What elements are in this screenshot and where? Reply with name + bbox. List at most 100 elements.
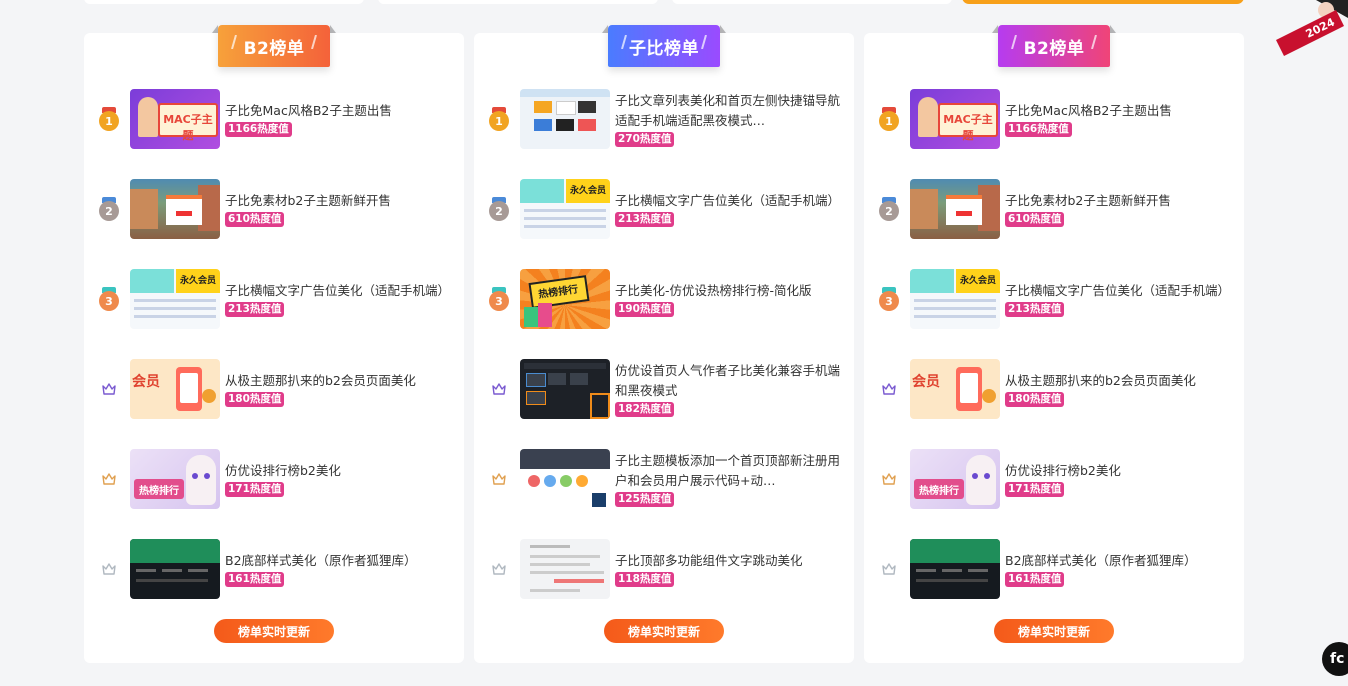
rank-indicator [878, 467, 900, 491]
rank-indicator: 2 [98, 197, 120, 221]
item-thumbnail[interactable] [130, 539, 220, 599]
hot-badge: 171热度值 [225, 482, 285, 497]
list-item[interactable]: 1 子比文章列表美化和首页左侧快捷锚导航适配手机端适配黑夜模式… 270热度值 [474, 89, 854, 149]
item-title[interactable]: 从极主题那扒来的b2会员页面美化 [225, 371, 455, 391]
list-item[interactable]: 3 永久会员 子比横幅文字广告位美化（适配手机端） 213热度值 [864, 269, 1244, 329]
item-thumbnail[interactable]: 永久会员 [130, 269, 220, 329]
list-item[interactable]: 2 永久会员 子比横幅文字广告位美化（适配手机端） 213热度值 [474, 179, 854, 239]
top-orange-button[interactable] [962, 0, 1244, 4]
board-title-ribbon: B2榜单 [212, 25, 336, 67]
crown-icon [882, 383, 896, 395]
item-thumbnail[interactable]: 热榜排行 [520, 269, 610, 329]
sparkle-icon [1091, 35, 1097, 49]
item-title[interactable]: 仿优设排行榜b2美化 [1005, 461, 1235, 481]
sparkle-icon [701, 35, 707, 49]
item-title[interactable]: B2底部样式美化（原作者狐狸库） [225, 551, 455, 571]
list-item[interactable]: 会员 从极主题那扒来的b2会员页面美化 180热度值 [864, 359, 1244, 419]
hot-badge: 213热度值 [225, 302, 285, 317]
list-item[interactable]: 子比主题模板添加一个首页顶部新注册用户和会员用户展示代码+动… 125热度值 [474, 449, 854, 509]
item-title[interactable]: 从极主题那扒来的b2会员页面美化 [1005, 371, 1235, 391]
item-thumbnail[interactable]: 永久会员 [910, 269, 1000, 329]
item-thumbnail[interactable]: MAC子主题 [910, 89, 1000, 149]
list-item[interactable]: 1 MAC子主题 子比免Mac风格B2子主题出售 1166热度值 [84, 89, 464, 149]
list-item[interactable]: 3 热榜排行 子比美化-仿优设热榜排行榜-简化版 190热度值 [474, 269, 854, 329]
hot-badge: 190热度值 [615, 302, 675, 317]
board-title: B2榜单 [1023, 38, 1085, 59]
rank-indicator: 2 [878, 197, 900, 221]
rank-indicator [98, 557, 120, 581]
item-title[interactable]: 子比顶部多功能组件文字跳动美化 [615, 551, 845, 571]
update-button[interactable]: 榜单实时更新 [994, 619, 1114, 643]
corner-2024-badge: 2024 [1276, 0, 1348, 56]
top-card-2 [378, 0, 658, 4]
item-thumbnail[interactable]: MAC子主题 [130, 89, 220, 149]
item-thumbnail[interactable]: 会员 [910, 359, 1000, 419]
board-title-ribbon: B2榜单 [992, 25, 1116, 67]
item-thumbnail[interactable] [520, 449, 610, 509]
list-item[interactable]: B2底部样式美化（原作者狐狸库） 161热度值 [864, 539, 1244, 599]
item-title[interactable]: 仿优设首页人气作者子比美化兼容手机端和黑夜模式 [615, 361, 845, 401]
list-item[interactable]: 仿优设首页人气作者子比美化兼容手机端和黑夜模式 182热度值 [474, 359, 854, 419]
thumb-text: 会员 [132, 374, 160, 390]
thumb-text: 热榜排行 [919, 486, 959, 497]
list-item[interactable]: B2底部样式美化（原作者狐狸库） 161热度值 [84, 539, 464, 599]
item-thumbnail[interactable]: 会员 [130, 359, 220, 419]
hot-badge: 1166热度值 [1005, 122, 1072, 137]
hot-badge: 182热度值 [615, 402, 675, 417]
item-title[interactable]: 子比主题模板添加一个首页顶部新注册用户和会员用户展示代码+动… [615, 451, 845, 491]
side-button-label: fc [1330, 651, 1345, 667]
side-float-button[interactable]: fc [1322, 642, 1348, 676]
thumb-text: MAC子主题 [943, 113, 993, 142]
item-title[interactable]: 子比横幅文字广告位美化（适配手机端） [615, 191, 845, 211]
update-button[interactable]: 榜单实时更新 [214, 619, 334, 643]
rank-indicator: 3 [98, 287, 120, 311]
list-item[interactable]: 子比顶部多功能组件文字跳动美化 118热度值 [474, 539, 854, 599]
rank-indicator: 3 [878, 287, 900, 311]
item-title[interactable]: B2底部样式美化（原作者狐狸库） [1005, 551, 1235, 571]
item-thumbnail[interactable]: 永久会员 [520, 179, 610, 239]
ranking-board-3: B2榜单 1 MAC子主题 子比免Mac风格B2子主题出售 1166热度值 2 [864, 25, 1244, 663]
rank-indicator: 1 [98, 107, 120, 131]
list-item[interactable]: 热榜排行 仿优设排行榜b2美化 171热度值 [864, 449, 1244, 509]
item-title[interactable]: 子比美化-仿优设热榜排行榜-简化版 [615, 281, 845, 301]
item-title[interactable]: 子比免素材b2子主题新鲜开售 [1005, 191, 1235, 211]
medal-1-icon: 1 [489, 107, 509, 131]
item-title[interactable]: 仿优设排行榜b2美化 [225, 461, 455, 481]
list-item[interactable]: 热榜排行 仿优设排行榜b2美化 171热度值 [84, 449, 464, 509]
crown-icon [492, 383, 506, 395]
medal-3-icon: 3 [99, 287, 119, 311]
item-title[interactable]: 子比横幅文字广告位美化（适配手机端） [225, 281, 455, 301]
hot-badge: 180热度值 [1005, 392, 1065, 407]
hot-badge: 213热度值 [1005, 302, 1065, 317]
list-item[interactable]: 会员 从极主题那扒来的b2会员页面美化 180热度值 [84, 359, 464, 419]
update-button[interactable]: 榜单实时更新 [604, 619, 724, 643]
item-thumbnail[interactable] [130, 179, 220, 239]
crown-icon [102, 473, 116, 485]
list-item[interactable]: 2 子比免素材b2子主题新鲜开售 610热度值 [864, 179, 1244, 239]
item-thumbnail[interactable] [910, 539, 1000, 599]
item-title[interactable]: 子比免素材b2子主题新鲜开售 [225, 191, 455, 211]
list-item[interactable]: 2 子比免素材b2子主题新鲜开售 610热度值 [84, 179, 464, 239]
item-title[interactable]: 子比文章列表美化和首页左侧快捷锚导航适配手机端适配黑夜模式… [615, 91, 845, 131]
item-thumbnail[interactable] [520, 89, 610, 149]
rank-indicator [488, 467, 510, 491]
item-title[interactable]: 子比免Mac风格B2子主题出售 [225, 101, 455, 121]
medal-1-icon: 1 [99, 107, 119, 131]
item-title[interactable]: 子比免Mac风格B2子主题出售 [1005, 101, 1235, 121]
list-item[interactable]: 3 永久会员 子比横幅文字广告位美化（适配手机端） 213热度值 [84, 269, 464, 329]
item-thumbnail[interactable]: 热榜排行 [910, 449, 1000, 509]
rank-indicator [488, 557, 510, 581]
item-thumbnail[interactable]: 热榜排行 [130, 449, 220, 509]
item-thumbnail[interactable] [520, 359, 610, 419]
hot-badge: 171热度值 [1005, 482, 1065, 497]
item-thumbnail[interactable] [910, 179, 1000, 239]
rank-indicator: 1 [488, 107, 510, 131]
hot-badge: 125热度值 [615, 492, 675, 507]
crown-icon [882, 473, 896, 485]
item-title[interactable]: 子比横幅文字广告位美化（适配手机端） [1005, 281, 1235, 301]
hot-badge: 161热度值 [225, 572, 285, 587]
thumb-text: 永久会员 [959, 276, 996, 286]
item-thumbnail[interactable] [520, 539, 610, 599]
hot-badge: 118热度值 [615, 572, 675, 587]
list-item[interactable]: 1 MAC子主题 子比免Mac风格B2子主题出售 1166热度值 [864, 89, 1244, 149]
